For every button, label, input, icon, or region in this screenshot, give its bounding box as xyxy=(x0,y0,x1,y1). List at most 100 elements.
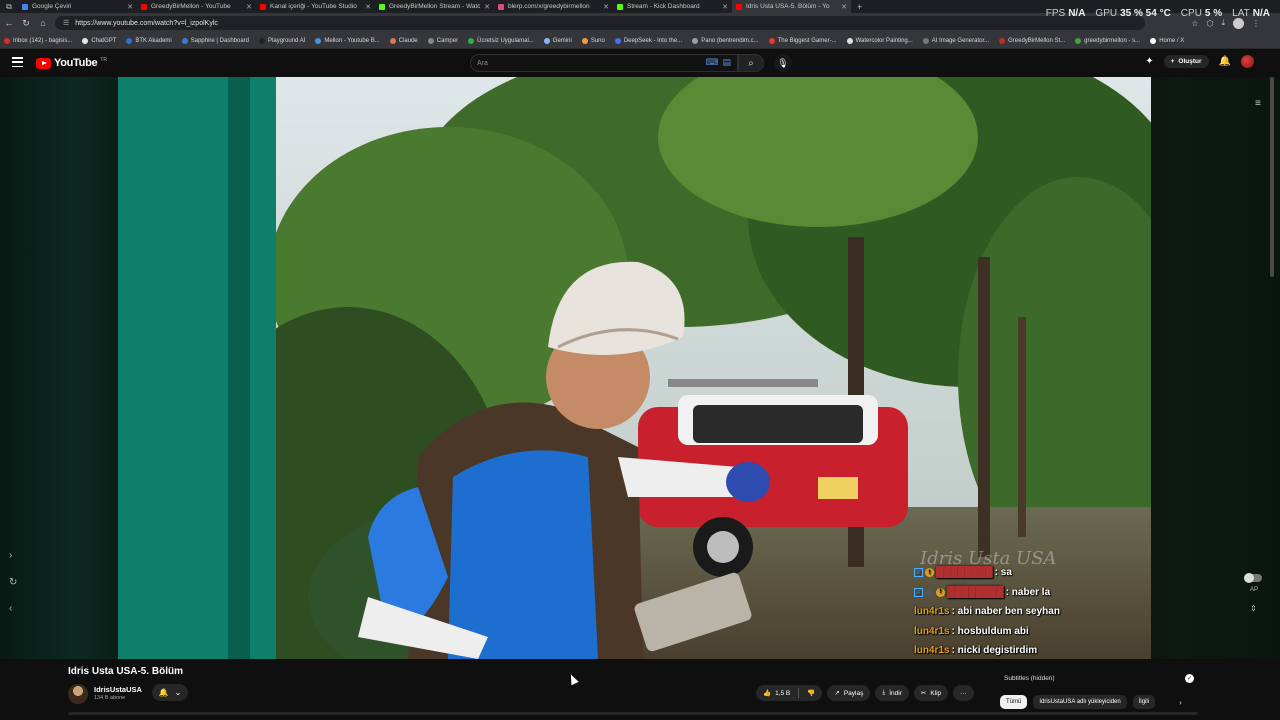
browser-tab[interactable]: blerp.com/x/greedybirmellon ✕ xyxy=(494,0,613,13)
lat-value: N/A xyxy=(1252,8,1270,19)
url-field[interactable]: ☰ https://www.youtube.com/watch?v=l_izpo… xyxy=(55,16,1145,30)
bookmark-star-icon[interactable]: ☆ xyxy=(1191,19,1198,28)
filter-chip[interactable]: IdrisUstaUSA adlı yükleyiciden xyxy=(1033,695,1127,709)
mic-icon: 🎙 xyxy=(777,57,789,68)
new-tab-button[interactable]: + xyxy=(851,2,868,12)
horizontal-scrollbar[interactable] xyxy=(68,712,1198,715)
bookmark-item[interactable]: Gemini xyxy=(543,37,572,44)
channel-name[interactable]: IdrisUstaUSA xyxy=(94,685,142,694)
bookmark-item[interactable]: greedybirmellon - s... xyxy=(1075,37,1140,44)
related-filter-chips: Tümü IdrisUstaUSA adlı yükleyiciden İlgili… xyxy=(1000,695,1182,709)
bookmark-item[interactable]: DeepSeek - Into the... xyxy=(614,37,682,44)
refresh-icon[interactable]: ↻ xyxy=(9,577,17,588)
bookmark-favicon-icon xyxy=(181,37,188,44)
dislike-icon[interactable]: 👎 xyxy=(807,689,815,697)
bookmark-item[interactable]: Claude xyxy=(389,37,418,44)
translate-icon[interactable]: ⌨ xyxy=(705,57,718,68)
browser-menu-icon[interactable]: ⋮ xyxy=(1252,19,1260,28)
bookmark-item[interactable]: Inbox (142) - bagisis... xyxy=(4,37,72,44)
filter-chip[interactable]: Tümü xyxy=(1000,695,1028,709)
extension-icon[interactable]: ⬡ xyxy=(1206,19,1213,28)
download-label: İndir xyxy=(889,689,902,697)
bookmark-item[interactable]: Pano (bentrendim.c... xyxy=(692,37,759,44)
search-button[interactable]: ⌕ xyxy=(738,54,764,72)
home-icon[interactable]: ⌂ xyxy=(38,18,48,28)
bookmark-favicon-icon xyxy=(692,37,699,44)
voice-search-button[interactable]: 🎙 xyxy=(774,54,792,72)
bookmark-item[interactable]: Ücretsiz Uygulamal... xyxy=(468,37,534,44)
site-info-icon[interactable]: ☰ xyxy=(63,19,69,27)
logo-country-code: TR xyxy=(100,57,107,63)
subscription-bell-button[interactable]: 🔔 ⌄ xyxy=(152,684,188,701)
ai-extension-icon[interactable]: ✦ xyxy=(1145,56,1153,67)
browser-tab[interactable]: Kanal içeriği - YouTube Studio ✕ xyxy=(256,0,375,13)
tab-close-icon[interactable]: ✕ xyxy=(722,3,728,11)
tab-close-icon[interactable]: ✕ xyxy=(246,3,252,11)
like-count[interactable]: 1,5 B xyxy=(775,690,790,697)
tab-close-icon[interactable]: ✕ xyxy=(841,3,847,11)
check-icon[interactable]: ✓ xyxy=(1185,674,1194,683)
more-actions-button[interactable]: ··· xyxy=(953,685,974,701)
bookmark-item[interactable]: ChatGPT xyxy=(82,37,116,44)
create-button[interactable]: + Oluştur xyxy=(1163,55,1209,68)
autoplay-toggle[interactable] xyxy=(1244,573,1262,583)
bookmark-item[interactable]: Mellon - Youtube B... xyxy=(315,37,380,44)
bookmark-item[interactable]: Sapphire | Dashboard xyxy=(181,37,249,44)
bookmark-item[interactable]: Home / X xyxy=(1150,37,1184,44)
chevron-right-icon[interactable]: › xyxy=(9,550,12,561)
tab-close-icon[interactable]: ✕ xyxy=(603,3,609,11)
tab-title: Kanal içeriği - YouTube Studio xyxy=(270,3,357,10)
tab-favicon-icon xyxy=(379,3,385,10)
chevron-left-icon[interactable]: ‹ xyxy=(9,603,12,614)
account-avatar[interactable] xyxy=(1241,55,1254,68)
bookmark-item[interactable]: AI Image Generator... xyxy=(922,37,989,44)
bookmark-item[interactable]: Camper xyxy=(427,37,458,44)
youtube-logo[interactable]: YouTube TR xyxy=(36,57,107,69)
profile-avatar[interactable] xyxy=(1233,17,1244,29)
back-icon[interactable]: ← xyxy=(4,18,14,28)
page-scrollbar[interactable] xyxy=(1270,77,1274,277)
screenshot-search-icon[interactable]: ▤ xyxy=(722,57,731,68)
reload-icon[interactable]: ↻ xyxy=(21,18,31,29)
tab-close-icon[interactable]: ✕ xyxy=(127,3,133,11)
tab-favicon-icon xyxy=(736,3,742,10)
bookmark-label: Ücretsiz Uygulamal... xyxy=(477,37,534,44)
browser-tab[interactable]: Stream - Kick Dashboard ✕ xyxy=(613,0,732,13)
expand-icon[interactable]: ⇕ xyxy=(1250,604,1257,613)
tab-close-icon[interactable]: ✕ xyxy=(484,3,490,11)
bookmark-favicon-icon xyxy=(846,37,853,44)
search-tools: ⌨ ▤ xyxy=(705,57,731,68)
filter-chip[interactable]: İlgili xyxy=(1132,695,1156,709)
bookmark-item[interactable]: GreedyBirMellon St... xyxy=(999,37,1066,44)
bookmark-item[interactable]: Playground AI xyxy=(259,37,305,44)
download-button[interactable]: ⤓ İndir xyxy=(875,685,909,701)
cpu-value: 5 % xyxy=(1204,8,1223,19)
share-button[interactable]: ↗ Paylaş xyxy=(827,685,871,701)
scissors-icon: ✂ xyxy=(920,690,927,697)
clip-button[interactable]: ✂ Klip xyxy=(913,685,949,701)
browser-tab[interactable]: GreedyBirMellon Stream - Watch ✕ xyxy=(375,0,494,13)
tab-title: GreedyBirMellon Stream - Watch xyxy=(389,3,481,10)
performance-overlay: FPS N/A GPU 35 % 54 °C CPU 5 % LAT N/A xyxy=(1046,8,1270,19)
browser-tab[interactable]: Idris Usta USA-5. Bölüm - Yo ✕ xyxy=(732,0,851,13)
bookmark-item[interactable]: Watercolor Painting... xyxy=(846,37,913,44)
search-input[interactable]: Ara ⌨ ▤ xyxy=(470,54,738,72)
hamburger-menu-icon[interactable] xyxy=(12,57,23,67)
bookmark-label: GreedyBirMellon St... xyxy=(1008,37,1066,44)
notifications-bell-icon[interactable]: 🔔 xyxy=(1219,56,1231,67)
download-icon[interactable]: ⤓ xyxy=(1221,18,1225,28)
bookmark-item[interactable]: The Biggest Gamer-... xyxy=(768,37,837,44)
bookmark-item[interactable]: BTK Akademi xyxy=(126,37,172,44)
browser-tab[interactable]: GreedyBirMellon - YouTube ✕ xyxy=(137,0,256,13)
video-info-area xyxy=(0,659,1280,720)
channel-avatar[interactable] xyxy=(68,684,88,704)
chat-menu-icon[interactable]: ≡ xyxy=(1255,98,1261,109)
chips-next-chevron-icon[interactable]: › xyxy=(1179,698,1182,707)
bookmark-item[interactable]: Suno xyxy=(581,37,605,44)
tab-search-icon[interactable]: ⧉ xyxy=(0,0,18,13)
subtitles-toggle-row[interactable]: Subtitles (hidden) ✓ xyxy=(1000,672,1198,685)
tab-close-icon[interactable]: ✕ xyxy=(365,3,371,11)
chat-username: lun4r1s xyxy=(914,606,950,618)
browser-tab[interactable]: Google Çeviri ✕ xyxy=(18,0,137,13)
like-icon[interactable]: 👍 xyxy=(763,689,771,697)
